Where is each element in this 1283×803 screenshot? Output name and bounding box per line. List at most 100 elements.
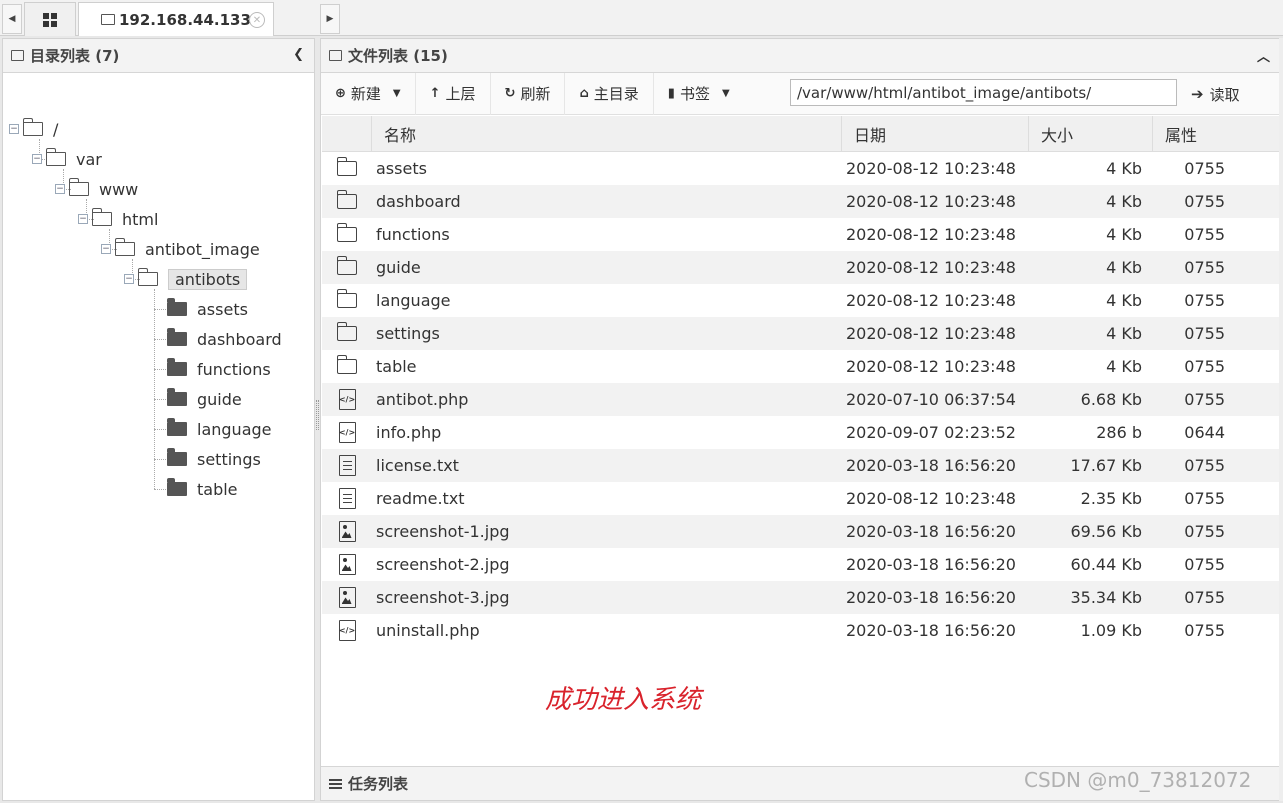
file-size: 17.67 Kb — [1070, 456, 1142, 475]
tree-node-child[interactable]: settings — [167, 447, 261, 471]
file-attr: 0755 — [1184, 357, 1225, 376]
tab-scroll-left-button[interactable]: ◀ — [2, 4, 22, 34]
collapse-icon[interactable]: − — [78, 214, 88, 224]
file-attr: 0755 — [1184, 588, 1225, 607]
tree-node-label: functions — [197, 359, 271, 379]
file-name: functions — [376, 225, 450, 244]
tree-node-child[interactable]: table — [167, 477, 238, 501]
tree-node-label: language — [197, 419, 272, 439]
file-attr: 0755 — [1184, 225, 1225, 244]
collapse-icon[interactable]: − — [124, 274, 134, 284]
tree-node-antibots[interactable]: − antibots — [124, 267, 248, 291]
table-row[interactable]: functions 2020-08-12 10:23:48 4 Kb 0755 — [322, 218, 1279, 251]
file-name: guide — [376, 258, 421, 277]
panel-splitter[interactable] — [316, 400, 319, 430]
column-date[interactable]: 日期 — [842, 116, 1029, 152]
folder-open-icon — [91, 208, 112, 226]
tree-node-antibot-image[interactable]: − antibot_image — [101, 237, 260, 261]
file-size: 4 Kb — [1106, 324, 1142, 343]
folder-icon — [336, 322, 357, 341]
file-icon-cell — [322, 521, 372, 542]
table-row[interactable]: settings 2020-08-12 10:23:48 4 Kb 0755 — [322, 317, 1279, 350]
table-row[interactable]: language 2020-08-12 10:23:48 4 Kb 0755 — [322, 284, 1279, 317]
table-row[interactable]: assets 2020-08-12 10:23:48 4 Kb 0755 — [322, 152, 1279, 185]
file-name: license.txt — [376, 456, 459, 475]
text-file-icon — [338, 455, 356, 476]
file-name: dashboard — [376, 192, 461, 211]
collapse-left-icon[interactable]: ❮ — [293, 47, 304, 62]
folder-open-icon — [45, 148, 66, 166]
file-size: 4 Kb — [1106, 225, 1142, 244]
column-name[interactable]: 名称 — [372, 116, 842, 152]
tree-node-www[interactable]: − www — [55, 177, 138, 201]
tab-scroll-right-button[interactable]: ▶ — [320, 4, 340, 34]
tree-node-child[interactable]: language — [167, 417, 272, 441]
table-row[interactable]: readme.txt 2020-08-12 10:23:48 2.35 Kb 0755 — [322, 482, 1279, 515]
tree-node-label: antibot_image — [145, 239, 260, 259]
table-row[interactable]: guide 2020-08-12 10:23:48 4 Kb 0755 — [322, 251, 1279, 284]
tab-bar: ◀ 192.168.44.133 ✕ ▶ — [0, 0, 1283, 36]
table-row[interactable]: dashboard 2020-08-12 10:23:48 4 Kb 0755 — [322, 185, 1279, 218]
file-name: screenshot-2.jpg — [376, 555, 510, 574]
file-size: 60.44 Kb — [1070, 555, 1142, 574]
collapse-icon[interactable]: − — [55, 184, 65, 194]
folder-icon — [167, 328, 187, 346]
watermark: CSDN @m0_73812072 — [1024, 768, 1252, 792]
table-row[interactable]: </> antibot.php 2020-07-10 06:37:54 6.68 Kb… — [322, 383, 1279, 416]
tree-node-var[interactable]: − var — [32, 147, 102, 171]
table-row[interactable]: </> uninstall.php 2020-03-18 16:56:20 1.09 … — [322, 614, 1279, 647]
text-file-icon — [338, 488, 356, 509]
file-icon-cell: </> — [322, 389, 372, 410]
file-toolbar: ⊕ 新建 ▼ ↑ 上层 ↻ 刷新 ⌂ 主目录 ▮ 书签 ▼ ➔ 读取 — [321, 72, 1280, 115]
file-panel: 文件列表 (15) ︿ ⊕ 新建 ▼ ↑ 上层 ↻ 刷新 ⌂ 主目录 ▮ 书签 … — [320, 38, 1281, 801]
collapse-icon[interactable]: − — [101, 244, 111, 254]
column-size[interactable]: 大小 — [1029, 116, 1153, 152]
file-icon-cell — [322, 355, 372, 374]
close-icon[interactable]: ✕ — [249, 12, 265, 28]
up-button[interactable]: ↑ 上层 — [416, 72, 491, 115]
new-button[interactable]: ⊕ 新建 ▼ — [321, 72, 416, 115]
path-input[interactable] — [790, 79, 1177, 106]
tree-node-child[interactable]: guide — [167, 387, 242, 411]
tree-node-child[interactable]: assets — [167, 297, 248, 321]
bookmark-button[interactable]: ▮ 书签 ▼ — [654, 73, 744, 115]
refresh-button[interactable]: ↻ 刷新 — [491, 72, 566, 115]
tree-node-label: / — [53, 119, 59, 139]
collapse-icon[interactable]: − — [32, 154, 42, 164]
tree-node-child[interactable]: functions — [167, 357, 271, 381]
file-name: screenshot-1.jpg — [376, 522, 510, 541]
file-attr: 0755 — [1184, 324, 1225, 343]
page-scrollbar[interactable] — [1279, 38, 1283, 801]
folder-open-icon — [68, 178, 89, 196]
read-button[interactable]: ➔ 读取 — [1191, 73, 1240, 115]
chevron-up-icon[interactable]: ︿ — [1257, 46, 1270, 65]
arrow-right-icon: ➔ — [1191, 85, 1204, 103]
table-row[interactable]: screenshot-1.jpg 2020-03-18 16:56:20 69.56… — [322, 515, 1279, 548]
home-icon: ⌂ — [579, 86, 589, 101]
file-date: 2020-07-10 06:37:54 — [846, 390, 1016, 409]
file-name: readme.txt — [376, 489, 465, 508]
file-date: 2020-09-07 02:23:52 — [846, 423, 1016, 442]
tree-node-child[interactable]: dashboard — [167, 327, 282, 351]
table-row[interactable]: screenshot-3.jpg 2020-03-18 16:56:20 35.34… — [322, 581, 1279, 614]
file-icon-cell — [322, 157, 372, 176]
tab-host[interactable]: 192.168.44.133 ✕ — [78, 2, 274, 36]
tree-node-label: dashboard — [197, 329, 282, 349]
file-date: 2020-03-18 16:56:20 — [846, 522, 1016, 541]
file-attr: 0755 — [1184, 621, 1225, 640]
home-button[interactable]: ⌂ 主目录 — [565, 72, 654, 115]
table-row[interactable]: license.txt 2020-03-18 16:56:20 17.67 Kb 07… — [322, 449, 1279, 482]
folder-icon — [167, 388, 187, 406]
file-icon-cell — [322, 223, 372, 242]
table-row[interactable]: table 2020-08-12 10:23:48 4 Kb 0755 — [322, 350, 1279, 383]
collapse-icon[interactable]: − — [9, 124, 19, 134]
folder-icon — [336, 256, 357, 275]
table-row[interactable]: </> info.php 2020-09-07 02:23:52 286 b 0644 — [322, 416, 1279, 449]
table-row[interactable]: screenshot-2.jpg 2020-03-18 16:56:20 60.44… — [322, 548, 1279, 581]
tree-node-root[interactable]: − / — [9, 117, 58, 141]
tree-node-html[interactable]: − html — [78, 207, 158, 231]
column-attr[interactable]: 属性 — [1153, 116, 1279, 152]
file-panel-title: 文件列表 (15) — [348, 47, 448, 65]
directory-panel-title: 目录列表 (7) — [30, 47, 120, 65]
tab-grid[interactable] — [24, 2, 76, 36]
